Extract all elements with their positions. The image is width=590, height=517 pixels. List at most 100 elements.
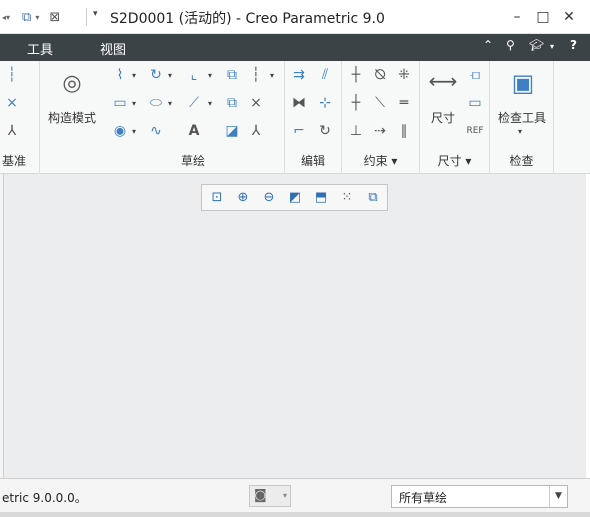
point-icon[interactable]: × [2,93,22,113]
ellipse-dropdown[interactable]: ▾ [168,99,172,108]
window-title: S2D0001 (活动的) - Creo Parametric 9.0 [110,11,385,27]
circle-dropdown[interactable]: ▾ [132,127,136,136]
parallel-constraint-icon[interactable]: ∥ [394,121,414,141]
group-construction: ◎ 构造模式 [40,61,102,174]
dimension-button[interactable]: 尺寸 [424,109,462,126]
chevron-down-icon[interactable]: ▼ [549,486,567,507]
rectangle-icon[interactable]: ▭ [110,93,130,113]
vertical-constraint-icon[interactable]: ┼ [346,65,366,85]
offset-icon[interactable]: ⧉ [222,65,242,85]
group-datum: ┆ × ⅄ 基准 [0,61,40,174]
construction-mode-button[interactable]: 构造模式 [46,109,98,126]
inspect-tools-button[interactable]: 检查工具 [492,109,552,126]
graduation-icon[interactable]: 🎓︎ [529,38,544,52]
dimension-icon[interactable]: ⟷ [426,67,460,95]
perpendicular-constraint-icon[interactable]: ⊥ [346,121,366,141]
baseline-icon[interactable]: ▭ [465,93,485,113]
display-style-icon[interactable]: ◩ [284,188,306,208]
group-label-datum: 基准 [2,154,27,168]
modify-icon[interactable]: ⇉ [289,65,309,85]
selection-filter-value: 所有草绘 [399,491,448,505]
help-icon[interactable]: ? [570,38,577,52]
delete-segment-icon[interactable]: ⫽ [315,65,335,85]
sketch-display-filter-icon[interactable]: ⁙ [336,188,358,208]
zoom-out-icon[interactable]: ⊖ [258,188,280,208]
maximize-button[interactable]: □ [532,6,554,28]
midpoint-constraint-icon[interactable]: ⁜ [394,65,414,85]
find-dropdown[interactable]: ▾ [283,491,287,500]
centerline-icon[interactable]: ┆ [2,65,22,85]
group-inspect: ▣ 检查工具 ▾ 检查 [490,61,554,174]
sketch-point-icon[interactable]: × [246,93,266,113]
line-dropdown[interactable]: ▾ [132,71,136,80]
fillet-dropdown[interactable]: ▾ [208,71,212,80]
coordinate-system-icon[interactable]: ⅄ [2,121,22,141]
group-label-sketch: 草绘 [180,154,205,168]
ribbon: ┆ × ⅄ 基准 ◎ 构造模式 ⌇ ▾ ↻ ▾ ⌞ ▾ ⧉ ┆ ▾ ▭ ▾ ⬭ … [0,61,590,174]
line-icon[interactable]: ⌇ [110,65,130,85]
chamfer-icon[interactable]: ⟋ [184,93,204,113]
group-constrain: ┼ ⦰ ⁜ ┼ ⟍ ═ ⊥ ⇢ ∥ 约束 ▾ [342,61,420,174]
arc-dropdown[interactable]: ▾ [168,71,172,80]
group-label-inspect: 检查 [509,154,534,168]
centerline-dropdown[interactable]: ▾ [270,71,274,80]
selection-filter[interactable]: 所有草绘 ▼ [391,485,568,508]
window-icon[interactable]: ⧉ [22,10,31,25]
view-orient-icon[interactable]: ⬒ [310,188,332,208]
customize-qat-dropdown[interactable]: ▾ [93,9,98,19]
title-separator [86,8,87,26]
fillet-icon[interactable]: ⌞ [184,65,204,85]
arc-icon[interactable]: ↻ [146,65,166,85]
centerline-sketch-icon[interactable]: ┆ [246,65,266,85]
tab-tools[interactable]: 工具 [27,39,53,58]
status-message: etric 9.0.0.0。 [2,491,87,505]
window-dropdown[interactable]: ▾ [35,13,39,22]
redo-dropdown[interactable]: ◂▾ [2,13,10,22]
graduation-dropdown[interactable]: ▾ [550,42,554,51]
circle-icon[interactable]: ◉ [110,121,130,141]
construction-mode-icon[interactable]: ◎ [58,67,86,99]
close-window-icon[interactable]: ⊠ [49,10,60,25]
ribbon-tab-bar: 工具 视图 ⌃ ⚲ 🎓︎ ▾ ? [0,34,590,61]
horizontal-constraint-icon[interactable]: ┼ [346,93,366,113]
group-edit: ⇉ ⫽ ⧓ ⊹ ⌐ ↻ 编辑 [285,61,342,174]
status-bar: etric 9.0.0.0。 ◙ ▾ 所有草绘 ▼ [0,478,590,512]
palette-icon[interactable]: ◪ [222,121,242,141]
reference-icon[interactable]: REF [465,121,485,141]
symmetric-constraint-icon[interactable]: ⇢ [370,121,390,141]
binoculars-icon: ◙ [254,488,267,503]
tab-view[interactable]: 视图 [100,39,126,58]
group-label-dimension[interactable]: 尺寸 ▾ [420,152,489,169]
minimize-button[interactable]: – [506,6,528,28]
spline-icon[interactable]: ∿ [146,121,166,141]
group-label-constrain[interactable]: 约束 ▾ [342,152,419,169]
thicken-icon[interactable]: ⧉ [222,93,242,113]
chamfer-dropdown[interactable]: ▾ [208,99,212,108]
mirror-icon[interactable]: ⧓ [289,93,309,113]
title-bar: ◂▾ ⧉ ▾ ⊠ ▾ S2D0001 (活动的) - Creo Parametr… [0,0,590,34]
search-icon[interactable]: ⚲ [506,38,515,52]
graphics-area[interactable] [0,174,586,478]
coincident-constraint-icon[interactable]: ⟍ [370,93,390,113]
group-sketch: ⌇ ▾ ↻ ▾ ⌞ ▾ ⧉ ┆ ▾ ▭ ▾ ⬭ ▾ ⟋ ▾ ⧉ × ◉ ▾ ∿ … [102,61,285,174]
quick-access-toolbar: ◂▾ ⧉ ▾ ⊠ [0,0,60,34]
corner-icon[interactable]: ⌐ [289,121,309,141]
close-button[interactable]: ✕ [558,6,580,28]
text-icon[interactable]: A [184,121,204,141]
sketch-view-icon[interactable]: ⧉ [362,188,384,208]
equal-constraint-icon[interactable]: ═ [394,93,414,113]
tangent-constraint-icon[interactable]: ⦰ [370,65,390,85]
ellipse-icon[interactable]: ⬭ [146,93,166,113]
inspect-tools-icon[interactable]: ▣ [508,67,538,99]
refit-icon[interactable]: ⊡ [206,188,228,208]
divide-icon[interactable]: ⊹ [315,93,335,113]
minimize-ribbon-icon[interactable]: ⌃ [483,38,493,52]
rectangle-dropdown[interactable]: ▾ [132,99,136,108]
sketch-coordinate-system-icon[interactable]: ⅄ [246,121,266,141]
zoom-in-icon[interactable]: ⊕ [232,188,254,208]
graphics-toolbar: ⊡ ⊕ ⊖ ◩ ⬒ ⁙ ⧉ [201,184,388,211]
inspect-tools-dropdown[interactable]: ▾ [518,127,522,136]
rotate-resize-icon[interactable]: ↻ [315,121,335,141]
find-button[interactable]: ◙ ▾ [249,485,291,507]
perimeter-icon[interactable]: ⟤ [465,65,485,85]
